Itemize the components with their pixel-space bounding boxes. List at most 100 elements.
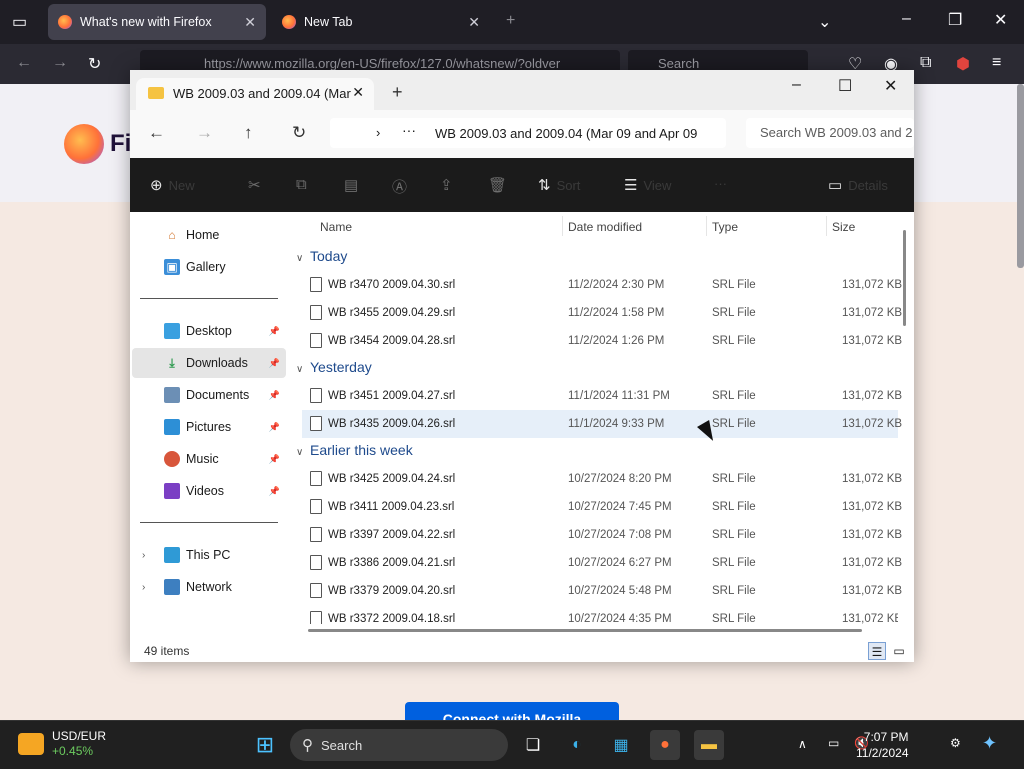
sort-button[interactable]: ⇅ Sort	[538, 176, 580, 194]
pin-icon[interactable]: 📌	[269, 326, 280, 337]
forward-icon[interactable]: →	[196, 123, 213, 143]
file-row[interactable]: WB r3425 2009.04.24.srl 10/27/2024 8:20 P…	[302, 465, 902, 493]
file-row[interactable]: WB r3455 2009.04.29.srl 11/2/2024 1:58 PM…	[302, 299, 902, 327]
start-icon[interactable]: ⊞	[250, 730, 280, 760]
close-icon[interactable]: ✕	[884, 76, 897, 96]
expand-chevron-icon[interactable]: ›	[142, 582, 145, 593]
forward-icon[interactable]: →	[52, 54, 68, 72]
vertical-scrollbar[interactable]	[903, 230, 906, 326]
maximize-icon[interactable]: ☐	[838, 76, 852, 96]
close-tab-icon[interactable]: ✕	[468, 14, 480, 31]
widgets-button[interactable]: USD/EUR +0.45%	[18, 729, 106, 759]
show-hidden-icons[interactable]: ∧	[798, 737, 807, 751]
close-tab-icon[interactable]: ✕	[244, 14, 256, 31]
horizontal-scrollbar[interactable]	[308, 629, 862, 632]
list-tabs-icon[interactable]: ⌄	[818, 12, 831, 32]
settings-icon[interactable]: ⚙	[950, 736, 961, 750]
nav-item-music[interactable]: Music 📌	[132, 444, 286, 474]
taskbar-search[interactable]: ⚲ Search	[290, 729, 508, 761]
group-header-yesterday[interactable]: ∨ Yesterday	[296, 359, 372, 375]
file-row[interactable]: WB r3451 2009.04.27.srl 11/1/2024 11:31 P…	[302, 382, 902, 410]
tab-overview-icon[interactable]: ▭	[12, 12, 27, 32]
close-icon[interactable]: ✕	[994, 10, 1007, 30]
explorer-tab[interactable]: WB 2009.03 and 2009.04 (Mar ✕	[136, 78, 374, 110]
column-divider[interactable]	[706, 216, 707, 236]
column-date-modified[interactable]: Date modified	[568, 220, 642, 234]
file-row[interactable]: WB r3397 2009.04.22.srl 10/27/2024 7:08 P…	[302, 521, 902, 549]
group-header-today[interactable]: ∨ Today	[296, 248, 347, 264]
pin-icon[interactable]: 📌	[269, 454, 280, 465]
file-row[interactable]: WB r3454 2009.04.28.srl 11/2/2024 1:26 PM…	[302, 327, 902, 355]
rename-button[interactable]: Ⓐ	[392, 176, 413, 197]
reload-icon[interactable]: ↻	[88, 54, 101, 74]
group-header-earlier-this-week[interactable]: ∨ Earlier this week	[296, 442, 413, 458]
browser-tab-whatsnew[interactable]: What's new with Firefox ✕	[48, 4, 266, 40]
minimize-icon[interactable]: –	[792, 76, 801, 94]
file-row[interactable]: WB r3386 2009.04.21.srl 10/27/2024 6:27 P…	[302, 549, 902, 577]
share-icon: ⇪	[440, 177, 453, 194]
nav-item-this-pc[interactable]: › This PC	[132, 540, 286, 570]
edge-icon[interactable]: ◐	[562, 730, 592, 760]
nav-item-documents[interactable]: Documents 📌	[132, 380, 286, 410]
rename-icon: Ⓐ	[392, 179, 408, 196]
nav-item-pictures[interactable]: Pictures 📌	[132, 412, 286, 442]
clock[interactable]: 7:07 PM 11/2/2024	[856, 729, 909, 761]
column-type[interactable]: Type	[712, 220, 738, 234]
details-view-icon[interactable]: ☰	[868, 642, 886, 660]
firefox-icon[interactable]: ●	[650, 730, 680, 760]
column-size[interactable]: Size	[832, 220, 855, 234]
up-icon[interactable]: ↑	[244, 123, 253, 143]
copilot-icon[interactable]: ✦	[982, 733, 997, 754]
page-scrollbar[interactable]	[1017, 84, 1024, 268]
file-explorer-icon[interactable]: ▬	[694, 730, 724, 760]
store-icon[interactable]: ▦	[606, 730, 636, 760]
network-status-icon[interactable]: ▭	[828, 736, 839, 750]
explorer-search-field[interactable]: Search WB 2009.03 and 2	[746, 118, 914, 148]
file-row[interactable]: WB r3411 2009.04.23.srl 10/27/2024 7:45 P…	[302, 493, 902, 521]
refresh-icon[interactable]: ↻	[292, 123, 306, 143]
nav-item-network[interactable]: › Network	[132, 572, 286, 602]
extensions-icon[interactable]: ⧉	[920, 54, 931, 72]
column-name[interactable]: Name	[320, 220, 352, 234]
task-view-icon[interactable]: ❏	[518, 730, 548, 760]
address-field[interactable]: › ··· WB 2009.03 and 2009.04 (Mar 09 and…	[330, 118, 726, 148]
cut-button[interactable]: ✂	[248, 176, 267, 194]
copy-button[interactable]: ⧉	[296, 176, 313, 193]
more-options-button[interactable]: ···	[714, 176, 727, 191]
minimize-icon[interactable]: –	[902, 10, 911, 28]
new-button[interactable]: ⊕ New	[150, 176, 195, 194]
browser-tab-newtab[interactable]: New Tab ✕	[272, 4, 490, 40]
pin-icon[interactable]: 📌	[269, 358, 280, 369]
menu-icon[interactable]: ≡	[992, 54, 1001, 72]
back-icon[interactable]: ←	[148, 123, 165, 143]
expand-chevron-icon[interactable]: ›	[142, 550, 145, 561]
nav-item-gallery[interactable]: ▣ Gallery	[132, 252, 286, 282]
delete-button[interactable]: 🗑	[488, 176, 513, 194]
file-row[interactable]: WB r3372 2009.04.18.srl 10/27/2024 4:35 P…	[302, 605, 898, 624]
nav-item-videos[interactable]: Videos 📌	[132, 476, 286, 506]
ublock-icon[interactable]: ⬢	[956, 54, 970, 74]
file-row[interactable]: WB r3435 2009.04.26.srl 11/1/2024 9:33 PM…	[302, 410, 902, 438]
paste-button[interactable]: ▤	[344, 176, 364, 194]
file-row[interactable]: WB r3379 2009.04.20.srl 10/27/2024 5:48 P…	[302, 577, 902, 605]
pin-icon[interactable]: 📌	[269, 486, 280, 497]
close-tab-icon[interactable]: ✕	[352, 84, 364, 101]
column-divider[interactable]	[826, 216, 827, 236]
details-button[interactable]: ▭ Details	[828, 176, 888, 194]
nav-item-home[interactable]: ⌂ Home	[132, 220, 286, 250]
pin-icon[interactable]: 📌	[269, 390, 280, 401]
more-path-icon[interactable]: ···	[402, 122, 416, 138]
restore-icon[interactable]: ❐	[948, 10, 962, 30]
new-tab-icon[interactable]: +	[506, 12, 515, 30]
share-button[interactable]: ⇪	[440, 176, 459, 194]
nav-item-desktop[interactable]: Desktop 📌	[132, 316, 286, 346]
view-button[interactable]: ☰ View	[624, 176, 671, 194]
file-row[interactable]: WB r3470 2009.04.30.srl 11/2/2024 2:30 PM…	[302, 271, 902, 299]
tiles-view-icon[interactable]: ▭	[890, 642, 908, 660]
pin-icon[interactable]: 📌	[269, 422, 280, 433]
column-divider[interactable]	[562, 216, 563, 236]
paste-icon: ▤	[344, 177, 359, 194]
back-icon[interactable]: ←	[16, 54, 32, 72]
new-tab-icon[interactable]: +	[392, 82, 403, 103]
nav-item-downloads[interactable]: ⤓ Downloads 📌	[132, 348, 286, 378]
